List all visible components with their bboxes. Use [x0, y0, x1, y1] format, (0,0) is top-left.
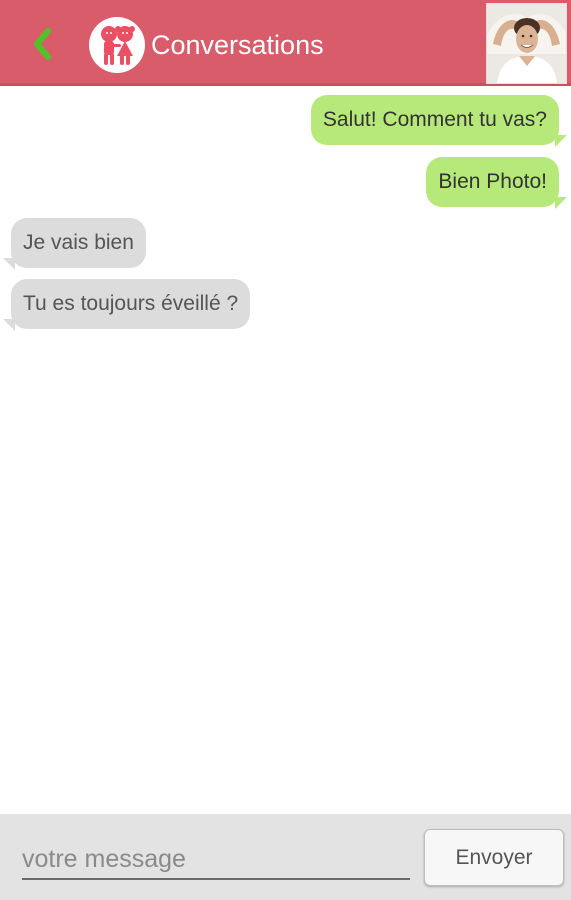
message-bubble-received: Tu es toujours éveillé ? [11, 279, 251, 329]
couple-logo-icon [89, 17, 145, 73]
bubble-tail [3, 319, 15, 331]
page-title: Conversations [151, 30, 324, 60]
message-list: Salut! Comment tu vas? Bien Photo! Je va… [0, 89, 571, 814]
bubble-tail [555, 135, 567, 147]
message-bubble-sent: Bien Photo! [426, 157, 559, 207]
chevron-left-icon [34, 28, 51, 60]
user-avatar[interactable] [486, 3, 567, 84]
send-button[interactable]: Envoyer [424, 829, 564, 886]
bubble-tail [3, 258, 15, 270]
message-bubble-sent: Salut! Comment tu vas? [310, 95, 559, 145]
composer-bar: Envoyer [0, 814, 571, 900]
message-input[interactable] [22, 840, 410, 880]
header-bar: Conversations [0, 0, 571, 86]
back-button[interactable] [22, 22, 62, 66]
message-bubble-received: Je vais bien [11, 218, 146, 268]
bubble-tail [555, 197, 567, 209]
